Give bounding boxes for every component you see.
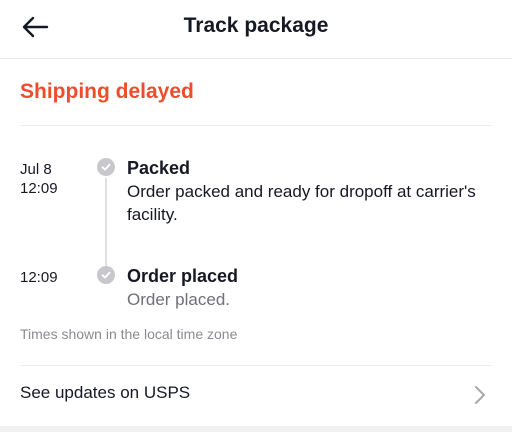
shipping-status: Shipping delayed (20, 80, 194, 103)
event-description: Order placed. (127, 290, 230, 309)
event-time: 12:09 (20, 269, 58, 286)
event-title: Order placed (127, 266, 239, 286)
divider (20, 125, 492, 126)
check-circle-icon (97, 266, 115, 284)
usps-link-label: See updates on USPS (20, 383, 191, 402)
timeline-connector (105, 178, 107, 266)
event-date: Jul 8 (20, 161, 52, 178)
page-title: Track package (183, 14, 329, 37)
bottom-separator (0, 426, 512, 432)
event-title: Packed (127, 158, 191, 178)
see-usps-updates-link[interactable]: See updates on USPS (0, 366, 512, 422)
event-description: Order packed and ready for dropoff at ca… (127, 182, 476, 224)
chevron-right-icon (475, 386, 485, 404)
timezone-note: Times shown in the local time zone (20, 326, 238, 342)
app-header: Track package (0, 0, 512, 59)
check-circle-icon (97, 158, 115, 176)
event-time: 12:09 (20, 180, 58, 197)
